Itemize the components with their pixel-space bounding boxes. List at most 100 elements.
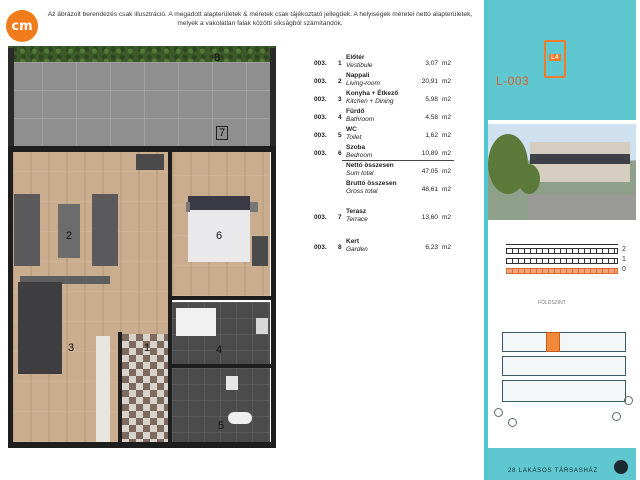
- mini-tree: [612, 412, 621, 421]
- side-panel: L4 L-003 2 1 0 FÖLDSZINT 28 LAKÁSOS TÁRS…: [484, 0, 640, 480]
- panel-footer: 28 LAKÁSOS TÁRSASHÁZ: [488, 448, 636, 480]
- row-number: 5: [338, 132, 342, 139]
- room-name-hu: Előtér: [346, 54, 365, 61]
- room-number-1: 1: [144, 342, 151, 354]
- row-number: 3: [338, 96, 342, 103]
- row-code: 003.: [314, 214, 327, 221]
- toilet: [228, 412, 252, 424]
- room-name-hu: Terasz: [346, 208, 367, 215]
- net-total-label-en: Sum total: [346, 170, 374, 177]
- area-unit: m2: [442, 132, 452, 139]
- kitchen-counter: [96, 336, 110, 442]
- mini-block-middle: [502, 356, 626, 376]
- room-number-5: 5: [218, 420, 225, 432]
- road: [528, 194, 636, 220]
- room-name-en: Terrace: [346, 216, 368, 223]
- unit-label: L-003: [496, 74, 530, 88]
- terrace-wall-left: [8, 48, 14, 148]
- room-area: 5,98: [425, 96, 438, 103]
- room-name-hu: Nappali: [346, 72, 370, 79]
- room-area: 10,89: [421, 150, 438, 157]
- room-name-hu: Szoba: [346, 144, 366, 151]
- gross-total-label-hu: Bruttó összesen: [346, 180, 397, 187]
- bath-wc-wall: [172, 364, 272, 368]
- room-name-hu: Kert: [346, 238, 360, 245]
- row-number: 7: [338, 214, 342, 221]
- area-unit: m2: [442, 150, 452, 157]
- mini-tree: [624, 396, 633, 405]
- room-area: 13,60: [421, 214, 438, 221]
- row-number: 2: [338, 78, 342, 85]
- gross-total-area: 48,61: [421, 186, 438, 193]
- gross-total-label-en: Gross total: [346, 188, 378, 195]
- row-number: 6: [338, 150, 342, 157]
- room-area: 1,62: [425, 132, 438, 139]
- room-number-2: 2: [66, 230, 73, 242]
- room-number-3: 3: [68, 342, 75, 354]
- nightstand-left: [186, 202, 190, 212]
- room-area: 20,91: [421, 78, 438, 85]
- area-unit: m2: [442, 186, 452, 193]
- site-section: 2 1 0 FÖLDSZINT: [488, 240, 636, 310]
- logo-text: cm: [11, 18, 33, 34]
- bedroom-bottom-wall: [168, 296, 276, 300]
- bath-wall: [168, 300, 172, 446]
- room-number-4: 4: [216, 344, 223, 356]
- area-unit: m2: [442, 96, 452, 103]
- sofa-left: [14, 194, 40, 266]
- terrace-area: [8, 62, 276, 148]
- dining-table: [18, 282, 62, 374]
- room-name-hu: Fürdő: [346, 108, 365, 115]
- row-number: 8: [338, 244, 342, 251]
- row-code: 003.: [314, 96, 327, 103]
- area-unit: m2: [442, 78, 452, 85]
- bottom-wall: [8, 442, 276, 448]
- room-number-6: 6: [216, 230, 223, 242]
- net-total-label-hu: Nettó összesen: [346, 162, 394, 169]
- room-name-hu: Konyha + Étkező: [346, 90, 399, 97]
- building-render: [488, 124, 636, 220]
- level-2-label: 2: [622, 246, 626, 253]
- row-code: 003.: [314, 60, 327, 67]
- mini-tree: [494, 408, 503, 417]
- wardrobe: [252, 236, 268, 266]
- room-name-en: Garden: [346, 246, 368, 253]
- room-number-7: 7: [216, 126, 229, 140]
- floor-plan: 8 7 2 6 3 1 4 5: [8, 46, 276, 448]
- row-number: 1: [338, 60, 342, 67]
- sink: [226, 376, 238, 390]
- area-unit: m2: [442, 60, 452, 67]
- net-total-area: 47,05: [421, 168, 438, 175]
- vestibule-wall: [118, 332, 122, 444]
- row-code: 003.: [314, 78, 327, 85]
- unit-outline: L4: [544, 40, 566, 78]
- total-divider: [342, 160, 454, 161]
- nightstand-right: [250, 202, 258, 212]
- bedroom-wall: [168, 146, 172, 296]
- level-1-bar: [506, 258, 618, 264]
- room-area: 3,07: [425, 60, 438, 67]
- building-windows: [530, 154, 630, 164]
- room-number-8: 8: [214, 52, 221, 64]
- left-wall: [8, 146, 13, 448]
- room-name-en: Vestibule: [346, 62, 373, 69]
- row-code: 003.: [314, 244, 327, 251]
- unit-header-tile: L4 L-003: [488, 0, 636, 120]
- site-line: [506, 244, 618, 245]
- room-area: 4,58: [425, 114, 438, 121]
- project-name: 28 LAKÁSOS TÁRSASHÁZ: [508, 468, 598, 474]
- row-number: 4: [338, 114, 342, 121]
- site-caption: FÖLDSZINT: [538, 300, 566, 306]
- mini-unit-highlight: [546, 332, 560, 352]
- armchair: [136, 154, 164, 170]
- mini-block-bottom: [502, 380, 626, 402]
- disclaimer-text: Az ábrázolt berendezés csak illusztráció…: [47, 11, 473, 27]
- room-name-en: Living-room: [346, 80, 380, 87]
- mini-tree: [508, 418, 517, 427]
- level-0-bar: [506, 268, 618, 274]
- bed-headboard: [188, 196, 250, 210]
- washbasin: [256, 318, 268, 334]
- level-2-bar: [506, 248, 618, 254]
- level-1-label: 1: [622, 256, 626, 263]
- room-name-en: Bathroom: [346, 116, 375, 123]
